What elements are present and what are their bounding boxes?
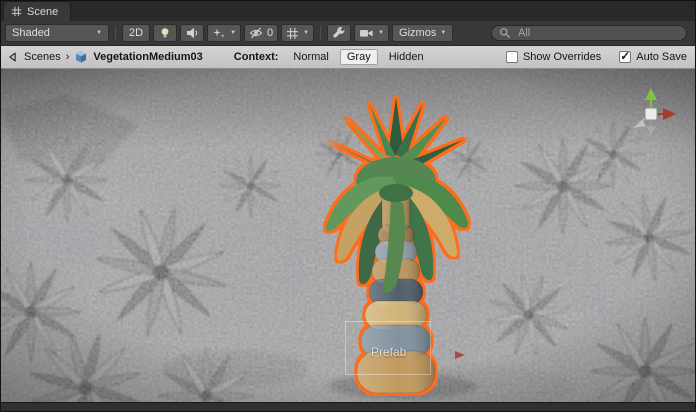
back-arrow-icon[interactable] bbox=[7, 51, 19, 63]
speaker-icon bbox=[185, 26, 199, 40]
window-bottom-edge bbox=[1, 402, 695, 411]
orientation-gizmo[interactable] bbox=[619, 83, 683, 147]
context-option-hidden[interactable]: Hidden bbox=[382, 49, 431, 65]
search-input[interactable] bbox=[516, 26, 679, 40]
grid-visibility-button[interactable]: ▼ bbox=[281, 24, 314, 42]
toggle-2d-label: 2D bbox=[129, 27, 143, 39]
search-icon bbox=[499, 27, 511, 39]
draw-mode-label: Shaded bbox=[12, 27, 50, 39]
breadcrumb-prefab-name: VegetationMedium03 bbox=[93, 51, 202, 63]
breadcrumb-root[interactable]: Scenes bbox=[24, 51, 61, 63]
gizmos-label: Gizmos bbox=[399, 27, 436, 39]
lightbulb-icon bbox=[158, 26, 172, 40]
prefab-context-bar: Scenes › VegetationMedium03 Context: Nor… bbox=[1, 46, 695, 69]
tab-scene[interactable]: Scene bbox=[3, 1, 71, 21]
audio-toggle-button[interactable] bbox=[180, 24, 204, 42]
chevron-down-icon: ▼ bbox=[378, 30, 384, 36]
context-option-gray[interactable]: Gray bbox=[340, 49, 378, 65]
effects-sparkle-icon bbox=[212, 26, 226, 40]
chevron-down-icon: ▼ bbox=[303, 30, 309, 36]
scene-grid-icon bbox=[11, 6, 22, 17]
separator bbox=[320, 26, 321, 40]
unity-scene-view-window: Scene Shaded ▼ 2D bbox=[0, 0, 696, 412]
gizmo-z-axis-cone bbox=[633, 120, 646, 128]
auto-save-checkbox[interactable] bbox=[619, 51, 631, 63]
show-overrides-toggle[interactable]: Show Overrides bbox=[506, 51, 601, 63]
grid-icon bbox=[286, 27, 299, 40]
prefab-badge-label: Prefab bbox=[371, 345, 406, 359]
camera-icon bbox=[359, 26, 374, 40]
red-axis-arrow bbox=[449, 349, 467, 361]
breadcrumb-separator: › bbox=[66, 51, 70, 63]
draw-mode-dropdown[interactable]: Shaded ▼ bbox=[5, 24, 109, 42]
lighting-toggle-button[interactable] bbox=[153, 24, 177, 42]
context-label: Context: bbox=[234, 51, 279, 63]
context-mode-group: Context: Normal Gray Hidden bbox=[234, 49, 431, 65]
scene-viewport[interactable]: Prefab bbox=[1, 69, 695, 402]
auto-save-label: Auto Save bbox=[636, 51, 687, 63]
eye-slash-icon bbox=[249, 26, 263, 40]
toggle-2d-button[interactable]: 2D bbox=[122, 24, 150, 42]
context-bar-toggles: Show Overrides Auto Save bbox=[506, 51, 687, 63]
show-overrides-label: Show Overrides bbox=[523, 51, 601, 63]
gizmo-x-axis-cone bbox=[663, 108, 676, 120]
gizmo-y-axis-cone bbox=[645, 88, 657, 100]
effects-dropdown-button[interactable]: ▼ bbox=[207, 24, 241, 42]
hidden-count: 0 bbox=[267, 27, 273, 39]
chevron-down-icon: ▼ bbox=[440, 30, 446, 36]
gizmo-center-cube bbox=[645, 108, 657, 120]
gizmos-dropdown[interactable]: Gizmos ▼ bbox=[392, 24, 453, 42]
show-overrides-checkbox[interactable] bbox=[506, 51, 518, 63]
chevron-down-icon: ▼ bbox=[96, 30, 102, 36]
separator bbox=[115, 26, 116, 40]
scene-toolbar: Shaded ▼ 2D ▼ bbox=[1, 21, 695, 46]
tool-settings-button[interactable] bbox=[327, 24, 351, 42]
tab-scene-label: Scene bbox=[27, 6, 58, 18]
wrench-icon bbox=[332, 26, 346, 40]
tab-strip: Scene bbox=[1, 1, 695, 21]
context-option-normal[interactable]: Normal bbox=[286, 49, 335, 65]
camera-settings-button[interactable]: ▼ bbox=[354, 24, 389, 42]
prefab-cube-icon bbox=[74, 50, 88, 64]
auto-save-toggle[interactable]: Auto Save bbox=[619, 51, 687, 63]
scene-visibility-button[interactable]: 0 bbox=[244, 24, 278, 42]
scene-search-field[interactable] bbox=[491, 25, 687, 41]
chevron-down-icon: ▼ bbox=[230, 30, 236, 36]
